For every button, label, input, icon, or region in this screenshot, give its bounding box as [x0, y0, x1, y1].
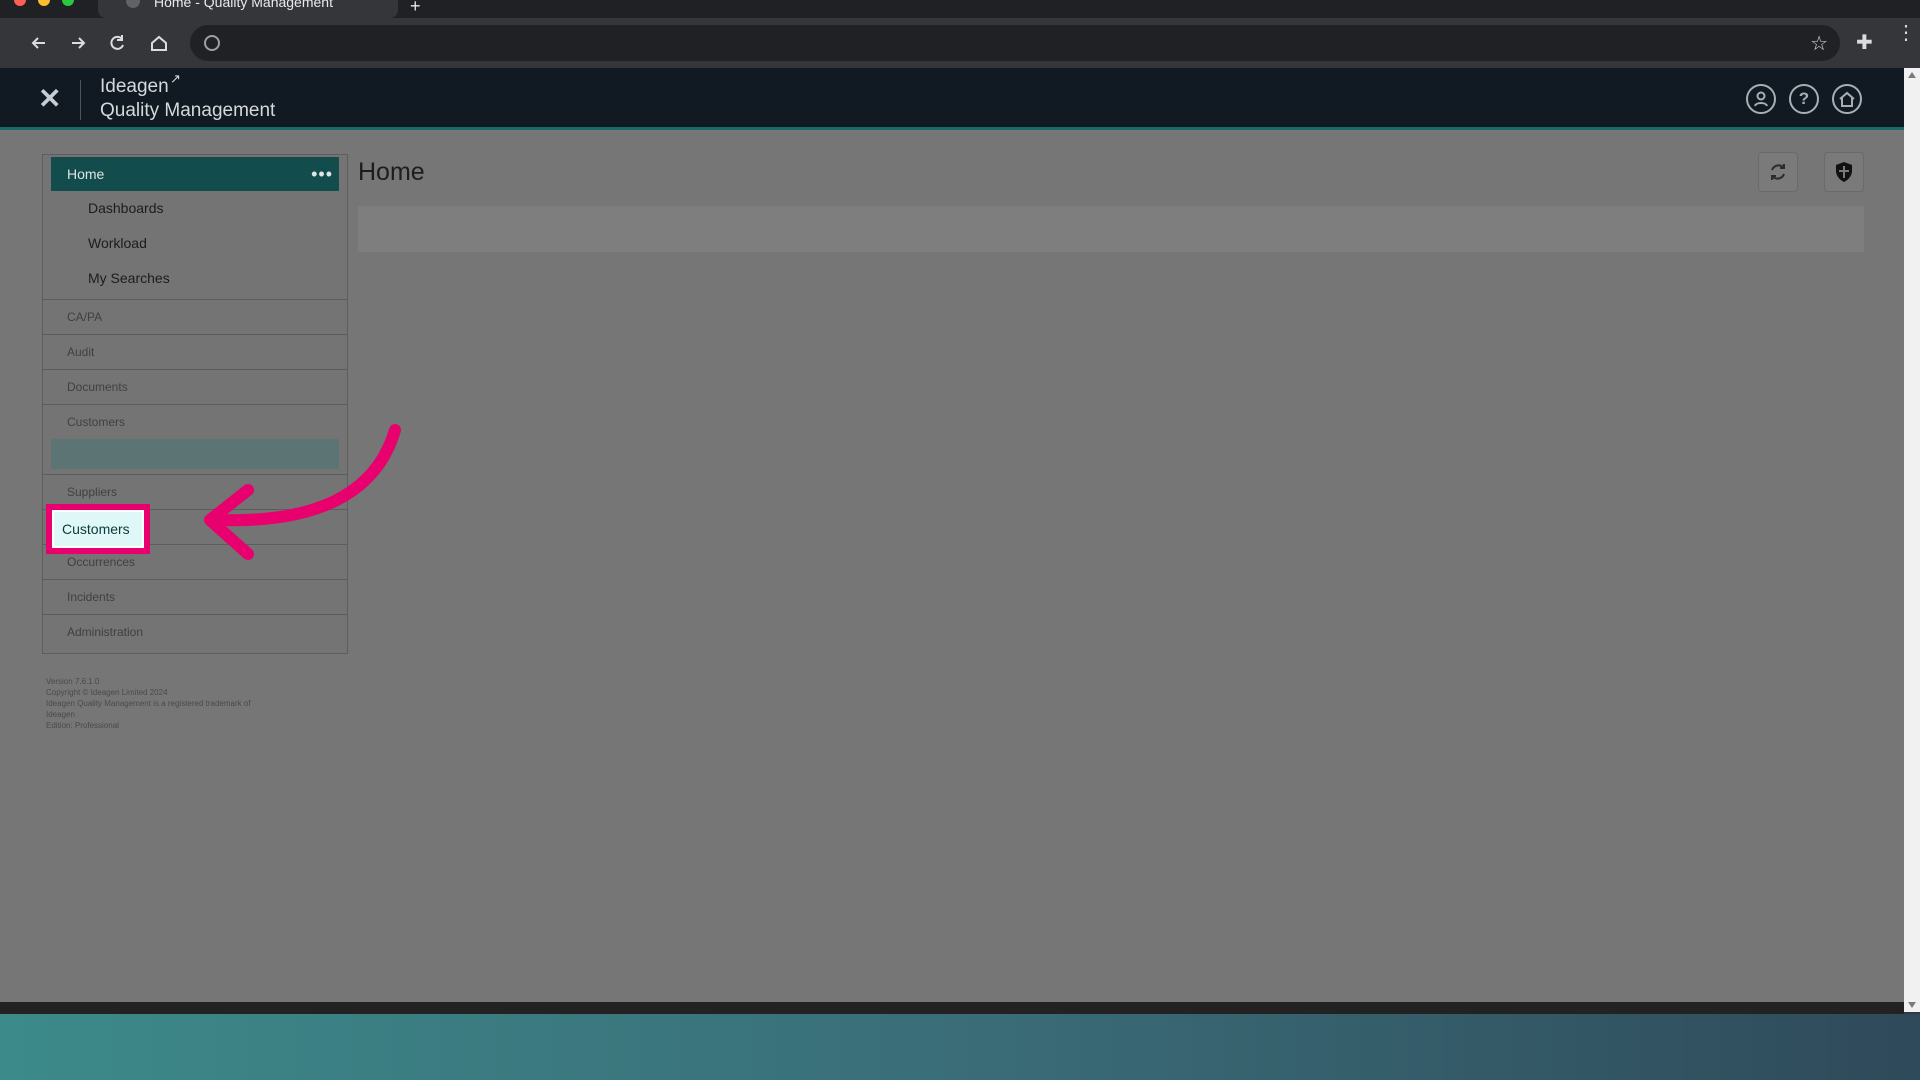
close-icon[interactable]: ✕	[38, 82, 61, 115]
window-close-dot[interactable]	[14, 0, 26, 6]
pointer-arrow-icon	[204, 424, 401, 560]
help-icon[interactable]: ?	[1789, 84, 1819, 114]
sidebar-item-documents[interactable]: Documents	[43, 369, 347, 404]
browser-tab-home[interactable]: Home - Quality Management	[98, 0, 398, 18]
trademark-line: Ideagen Quality Management is a register…	[46, 699, 251, 708]
reload-icon[interactable]	[102, 28, 132, 58]
site-info-icon[interactable]	[204, 35, 220, 51]
content-toolbar-bar	[358, 206, 1864, 252]
more-options-icon[interactable]: •••	[311, 157, 333, 191]
bookmark-star-icon[interactable]: ☆	[1810, 31, 1828, 56]
tab-title: Home - Quality Management	[154, 0, 333, 10]
sidebar-subitem-workload[interactable]: Workload	[88, 235, 147, 251]
highlight-callout: Customers	[46, 504, 150, 554]
version-info: Version 7.6.1.0 Copyright © Ideagen Limi…	[46, 676, 336, 731]
trademark-line-2: Ideagen	[46, 710, 75, 719]
desktop-background	[0, 1014, 1920, 1080]
page-title: Home	[358, 158, 425, 186]
sidebar-nav: Home ••• Dashboards Workload My Searches…	[42, 154, 348, 654]
sidebar-subitem-dashboards[interactable]: Dashboards	[88, 200, 164, 216]
app-viewport: ✕ Ideagen ↗ Quality Management ? Home ••…	[0, 68, 1904, 1002]
app-header: ✕ Ideagen ↗ Quality Management ?	[0, 68, 1904, 130]
sidebar-subitem-my-searches[interactable]: My Searches	[88, 270, 170, 286]
browser-home-icon[interactable]	[144, 28, 174, 58]
version-line: Version 7.6.1.0	[46, 677, 100, 686]
forward-icon[interactable]	[63, 28, 93, 58]
callout-customers[interactable]: Customers	[54, 512, 142, 546]
browser-tabstrip: Home - Quality Management +	[0, 0, 1920, 18]
tab-favicon-icon	[126, 0, 140, 8]
browser-menu-icon[interactable]: ⋮	[1896, 23, 1916, 43]
sidebar-item-administration[interactable]: Administration	[43, 614, 347, 649]
sidebar-item-audit[interactable]: Audit	[43, 334, 347, 369]
window-maximize-dot[interactable]	[62, 0, 74, 6]
window-minimize-dot[interactable]	[38, 0, 50, 6]
back-icon[interactable]	[24, 28, 54, 58]
sidebar-item-label: Home	[67, 166, 105, 182]
security-shield-icon[interactable]	[1824, 152, 1864, 192]
sidebar-item-home[interactable]: Home •••	[51, 157, 339, 191]
brand-name: Ideagen	[100, 76, 169, 97]
sidebar-item-incidents[interactable]: Incidents	[43, 579, 347, 614]
refresh-icon[interactable]	[1758, 152, 1798, 192]
brand-product: Quality Management	[100, 100, 276, 121]
brand-logo-icon: ↗	[170, 71, 181, 86]
browser-toolbar: ☆ ✚ ⋮	[0, 18, 1920, 68]
user-icon[interactable]	[1746, 84, 1776, 114]
header-divider	[80, 80, 81, 120]
scroll-up-icon[interactable]	[1908, 72, 1916, 78]
new-tab-button[interactable]: +	[410, 0, 421, 17]
address-bar[interactable]: ☆	[190, 25, 1840, 61]
sidebar-item-capa[interactable]: CA/PA	[43, 299, 347, 334]
copyright-line: Copyright © Ideagen Limited 2024	[46, 688, 168, 697]
extensions-icon[interactable]: ✚	[1856, 30, 1873, 55]
scroll-down-icon[interactable]	[1908, 1002, 1916, 1008]
home-icon[interactable]	[1832, 84, 1862, 114]
browser-bottom-edge	[0, 1002, 1904, 1014]
vertical-scrollbar[interactable]	[1904, 68, 1920, 1012]
edition-line: Edition: Professional	[46, 721, 119, 730]
